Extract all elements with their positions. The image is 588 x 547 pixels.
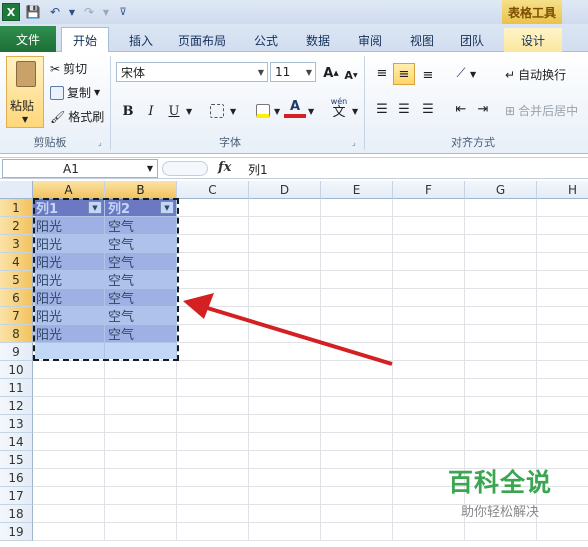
watermark-logo: 百科全说 助你轻松解决 bbox=[447, 468, 552, 520]
clipboard-group-label: 剪贴板 bbox=[33, 136, 67, 149]
align-center-button[interactable]: ☰ bbox=[393, 98, 415, 120]
tab-home[interactable]: 开始 bbox=[61, 27, 109, 52]
group-divider bbox=[110, 56, 111, 150]
formula-bar-divider-handle[interactable] bbox=[162, 161, 208, 176]
align-top-button[interactable]: ≡ bbox=[371, 62, 393, 84]
borders-button[interactable] bbox=[206, 100, 228, 122]
chevron-down-icon: ▼ bbox=[22, 115, 29, 124]
cut-button[interactable]: ✂ 剪切 bbox=[50, 60, 87, 77]
chevron-down-icon[interactable]: ▼ bbox=[68, 3, 76, 21]
phonetic-guide-button[interactable]: wén 文 bbox=[326, 98, 352, 122]
tab-file[interactable]: 文件 bbox=[0, 26, 56, 52]
insert-function-button[interactable]: fx bbox=[218, 160, 231, 175]
align-middle-button[interactable]: ≡ bbox=[393, 63, 415, 85]
align-right-button[interactable]: ☰ bbox=[417, 98, 439, 120]
merge-icon: ⊞ bbox=[505, 103, 516, 118]
table-tools-context-label: 表格工具 bbox=[502, 0, 562, 24]
chevron-down-icon[interactable]: ▼ bbox=[470, 70, 476, 79]
formula-bar: A1 ▼ fx 列1 bbox=[0, 157, 588, 179]
font-name-select[interactable]: 宋体 ▼ bbox=[116, 62, 268, 82]
alignment-group-label: 对齐方式 bbox=[451, 136, 495, 149]
font-color-button[interactable]: A bbox=[284, 98, 306, 118]
clipboard-icon bbox=[16, 61, 36, 87]
increase-indent-button[interactable]: ⇥ bbox=[472, 98, 494, 120]
grow-font-button[interactable]: A ▲ bbox=[320, 62, 342, 84]
paint-bucket-icon bbox=[256, 104, 270, 118]
chevron-down-icon[interactable]: ▼ bbox=[102, 3, 110, 21]
wrap-text-button[interactable]: ↵ 自动换行 bbox=[505, 66, 566, 83]
copy-icon bbox=[50, 85, 64, 100]
chevron-down-icon[interactable]: ▼ bbox=[352, 107, 358, 116]
paste-label: 粘贴 bbox=[10, 99, 35, 113]
scissors-icon: ✂ bbox=[50, 61, 61, 76]
group-divider bbox=[364, 56, 365, 150]
tab-formulas[interactable]: 公式 bbox=[246, 28, 286, 52]
font-size-select[interactable]: 11 ▼ bbox=[270, 62, 316, 82]
arrow-head bbox=[183, 293, 214, 319]
chevron-down-icon[interactable]: ▼ bbox=[274, 107, 280, 116]
font-group-label: 字体 bbox=[219, 136, 241, 149]
chevron-down-icon: ▼ bbox=[257, 67, 264, 77]
brush-icon: 🖌 bbox=[50, 109, 66, 124]
format-painter-button[interactable]: 🖌 格式刷 bbox=[50, 108, 104, 125]
chevron-down-icon[interactable]: ▼ bbox=[308, 107, 314, 116]
underline-button[interactable]: U bbox=[163, 100, 185, 122]
excel-app-icon[interactable]: X bbox=[2, 3, 20, 21]
bold-button[interactable]: B bbox=[117, 100, 139, 122]
align-bottom-button[interactable]: ≡ bbox=[417, 64, 439, 86]
chevron-down-icon[interactable]: ▼ bbox=[230, 107, 236, 116]
formula-input[interactable]: 列1 bbox=[248, 161, 268, 178]
italic-button[interactable]: I bbox=[140, 100, 162, 122]
arrow-shaft bbox=[203, 305, 393, 366]
customize-qat-icon[interactable]: ⊽ bbox=[114, 3, 132, 21]
quick-access-toolbar: X 💾 ↶ ▼ ↷ ▼ ⊽ bbox=[2, 2, 132, 22]
shrink-font-button[interactable]: A ▼ bbox=[340, 64, 362, 86]
tab-view[interactable]: 视图 bbox=[402, 28, 442, 52]
tab-insert[interactable]: 插入 bbox=[121, 28, 161, 52]
save-icon[interactable]: 💾 bbox=[24, 3, 42, 21]
ribbon-home: 粘贴 ▼ ✂ 剪切 复制 ▼ 🖌 格式刷 剪贴板 ⌟ 宋体 ▼ 11 ▼ A ▲ A ▼ B … bbox=[0, 52, 588, 154]
title-bar: X 💾 ↶ ▼ ↷ ▼ ⊽ 表格工具 bbox=[0, 0, 588, 24]
undo-icon[interactable]: ↶ bbox=[46, 3, 64, 21]
merge-center-button[interactable]: ⊞ 合并后居中 bbox=[505, 102, 578, 119]
dialog-launcher-icon[interactable]: ⌟ bbox=[352, 138, 356, 147]
name-box[interactable]: A1 ▼ bbox=[2, 159, 158, 178]
tab-team[interactable]: 团队 bbox=[452, 28, 492, 52]
paste-button[interactable]: 粘贴 ▼ bbox=[6, 56, 44, 128]
tab-design[interactable]: 设计 bbox=[504, 28, 562, 52]
chevron-down-icon: ▼ bbox=[305, 67, 312, 77]
redo-icon[interactable]: ↷ bbox=[80, 3, 98, 21]
chevron-down-icon: ▼ bbox=[94, 88, 101, 97]
chevron-down-icon: ▼ bbox=[146, 164, 153, 173]
border-icon bbox=[210, 104, 224, 118]
decrease-indent-button[interactable]: ⇤ bbox=[450, 98, 472, 120]
tab-review[interactable]: 审阅 bbox=[350, 28, 390, 52]
dialog-launcher-icon[interactable]: ⌟ bbox=[98, 138, 102, 147]
tab-page-layout[interactable]: 页面布局 bbox=[172, 28, 232, 52]
align-left-button[interactable]: ☰ bbox=[371, 98, 393, 120]
wrap-icon: ↵ bbox=[505, 67, 516, 82]
fill-color-button[interactable] bbox=[252, 100, 274, 122]
orientation-button[interactable]: ⟋ bbox=[450, 62, 472, 84]
copy-button[interactable]: 复制 ▼ bbox=[50, 84, 100, 101]
chevron-down-icon[interactable]: ▼ bbox=[186, 107, 192, 116]
tab-data[interactable]: 数据 bbox=[298, 28, 338, 52]
